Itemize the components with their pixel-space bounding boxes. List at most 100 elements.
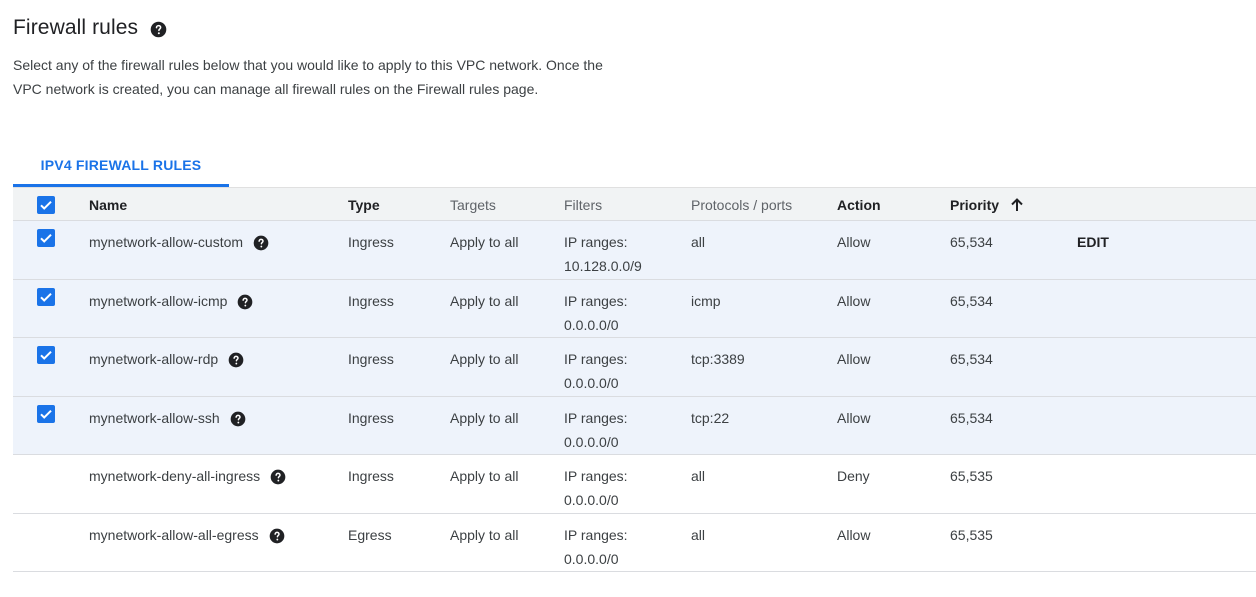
table-row[interactable]: mynetwork-allow-rdp Ingress Apply to all… [13, 338, 1256, 397]
rule-priority: 65,535 [950, 526, 993, 543]
rule-filters: IP ranges: 0.0.0.0/0 [564, 406, 628, 454]
rule-targets: Apply to all [450, 351, 519, 367]
rule-priority: 65,534 [950, 351, 993, 367]
rule-targets: Apply to all [450, 409, 519, 426]
rule-targets: Apply to all [450, 526, 519, 543]
help-icon[interactable] [270, 468, 286, 485]
rule-name: mynetwork-allow-icmp [89, 292, 228, 309]
rule-protocols: all [691, 468, 706, 484]
rule-protocols: all [691, 526, 706, 543]
rule-priority: 65,535 [950, 468, 993, 484]
filter-value: 0.0.0.0/0 [564, 550, 619, 567]
select-all-checkbox[interactable] [37, 196, 55, 214]
check-icon [40, 409, 52, 419]
rule-action: Allow [837, 526, 871, 543]
table-row[interactable]: mynetwork-allow-custom Ingress Apply to … [13, 221, 1256, 280]
filter-value: 0.0.0.0/0 [564, 492, 619, 508]
column-header-targets: Targets [450, 197, 496, 213]
filter-label: IP ranges: [564, 526, 628, 543]
rule-type: Egress [348, 526, 392, 543]
rule-name-cell: mynetwork-deny-all-ingress [89, 464, 286, 488]
row-checkbox[interactable] [37, 404, 55, 423]
rule-name: mynetwork-allow-ssh [89, 409, 220, 426]
rule-filters: IP ranges: 0.0.0.0/0 [564, 347, 628, 395]
check-icon [40, 200, 52, 210]
filter-label: IP ranges: [564, 292, 628, 309]
rule-action: Allow [837, 234, 871, 250]
column-header-type[interactable]: Type [348, 197, 380, 213]
arrow-up-icon[interactable] [1009, 197, 1025, 213]
rule-targets: Apply to all [450, 292, 519, 309]
rule-priority: 65,534 [950, 234, 993, 250]
firewall-rules-table: Name Type Targets Filters Protocols / po… [13, 187, 1256, 572]
row-checkbox[interactable] [37, 287, 55, 306]
rule-name-cell: mynetwork-allow-ssh [89, 406, 246, 430]
rule-name: mynetwork-allow-rdp [89, 351, 219, 367]
help-icon[interactable] [150, 21, 167, 38]
rule-priority: 65,534 [950, 292, 993, 309]
table-row: mynetwork-allow-all-egress Egress Apply … [13, 514, 1256, 572]
filter-value: 0.0.0.0/0 [564, 433, 619, 450]
filter-label: IP ranges: [564, 409, 628, 426]
rule-type: Ingress [348, 292, 394, 309]
column-header-priority[interactable]: Priority [950, 197, 1025, 213]
check-icon [40, 350, 52, 360]
firewall-rules-page: Firewall rules Select any of the firewal… [0, 0, 1256, 597]
filter-value: 0.0.0.0/0 [564, 375, 619, 391]
filter-label: IP ranges: [564, 351, 628, 367]
check-icon [40, 233, 52, 243]
table-row: mynetwork-deny-all-ingress Ingress Apply… [13, 455, 1256, 514]
check-icon [40, 292, 52, 302]
tab-ipv4-firewall-rules[interactable]: IPV4 FIREWALL RULES [13, 143, 229, 187]
rule-filters: IP ranges: 0.0.0.0/0 [564, 289, 628, 337]
row-checkbox[interactable] [37, 229, 55, 247]
column-header-protocols: Protocols / ports [691, 197, 793, 213]
rule-filters: IP ranges: 10.128.0.0/9 [564, 230, 642, 278]
rule-filters: IP ranges: 0.0.0.0/0 [564, 464, 628, 512]
rule-action: Deny [837, 468, 870, 484]
rule-protocols: all [691, 234, 706, 250]
rule-filters: IP ranges: 0.0.0.0/0 [564, 523, 628, 571]
rule-type: Ingress [348, 409, 394, 426]
rule-action: Allow [837, 351, 871, 367]
rule-name: mynetwork-allow-custom [89, 234, 244, 250]
column-header-priority-label: Priority [950, 197, 1000, 213]
rule-action: Allow [837, 409, 871, 426]
filter-label: IP ranges: [564, 468, 628, 484]
row-checkbox[interactable] [37, 346, 55, 364]
rule-priority: 65,534 [950, 409, 993, 426]
rule-targets: Apply to all [450, 468, 519, 484]
page-title: Firewall rules [13, 16, 139, 39]
rule-action: Allow [837, 292, 871, 309]
rule-type: Ingress [348, 351, 394, 367]
table-row[interactable]: mynetwork-allow-ssh Ingress Apply to all… [13, 396, 1256, 455]
rule-name: mynetwork-deny-all-ingress [89, 468, 261, 484]
help-icon[interactable] [269, 527, 285, 543]
rule-name-cell: mynetwork-allow-all-egress [89, 523, 285, 547]
rule-protocols: icmp [691, 292, 721, 309]
rule-name-cell: mynetwork-allow-custom [89, 230, 269, 254]
filter-value: 10.128.0.0/9 [564, 258, 642, 274]
help-icon[interactable] [228, 351, 244, 368]
rule-type: Ingress [348, 234, 394, 250]
rule-name-cell: mynetwork-allow-rdp [89, 347, 244, 371]
column-header-action[interactable]: Action [837, 197, 881, 213]
help-icon[interactable] [237, 293, 253, 309]
help-icon[interactable] [230, 410, 246, 426]
help-icon[interactable] [253, 234, 269, 251]
table-header: Name Type Targets Filters Protocols / po… [13, 187, 1256, 221]
table-row[interactable]: mynetwork-allow-icmp Ingress Apply to al… [13, 279, 1256, 338]
rule-protocols: tcp:22 [691, 409, 730, 426]
filter-value: 0.0.0.0/0 [564, 316, 619, 333]
rule-protocols: tcp:3389 [691, 351, 745, 367]
rule-name: mynetwork-allow-all-egress [89, 526, 259, 543]
rule-targets: Apply to all [450, 234, 519, 250]
page-description: Select any of the firewall rules below t… [13, 57, 603, 97]
column-header-name[interactable]: Name [89, 197, 127, 213]
rule-type: Ingress [348, 468, 394, 484]
edit-button[interactable]: EDIT [1077, 230, 1109, 254]
title-row: Firewall rules [13, 16, 167, 40]
filter-label: IP ranges: [564, 234, 628, 250]
rule-name-cell: mynetwork-allow-icmp [89, 289, 253, 313]
column-header-filters: Filters [564, 197, 603, 213]
